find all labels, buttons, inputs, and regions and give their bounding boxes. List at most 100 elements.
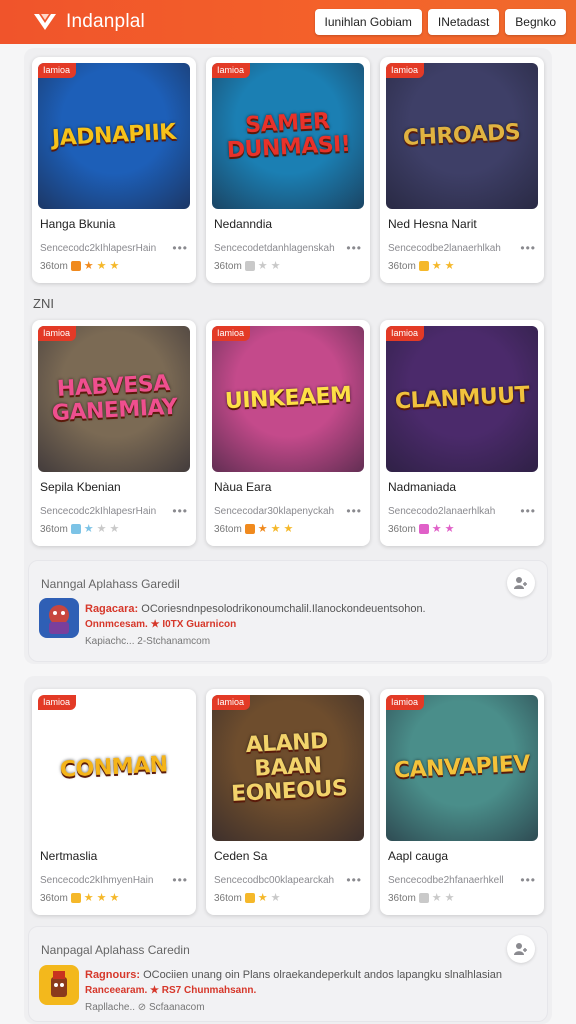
game-subtitle-row: Sencecodc2kIhlapesrHain ••• [40, 506, 188, 517]
rating-star-icon: ★ [83, 891, 94, 904]
game-card[interactable]: Iamioa CONMAN Nertmaslia Sencecodc2kIhmyenH… [32, 689, 196, 915]
category-icon [244, 261, 255, 271]
game-subtitle: Sencecodetdanhlagenskah [214, 243, 335, 254]
promo-highlight: Ragacara: [85, 603, 139, 615]
game-subtitle: Sencecodc2kIhlapesrHain [40, 243, 157, 254]
category-badge: Iamioa [386, 326, 425, 341]
game-meta-text: 36tom [40, 260, 68, 272]
category-badge: Iamioa [386, 63, 425, 78]
game-meta-text: 36tom [40, 892, 68, 904]
game-title[interactable]: Ceden Sa [214, 849, 362, 865]
category-icon [418, 893, 429, 903]
more-options-icon[interactable]: ••• [520, 875, 536, 886]
game-meta: 36tom ★ ★ ★ [40, 522, 188, 536]
promo-user-button[interactable] [507, 935, 535, 963]
game-title[interactable]: Nedanndia [214, 217, 362, 233]
promo-source[interactable]: Kapiachc... 2-Stchanamcom [85, 636, 210, 647]
game-title[interactable]: Nàua Eara [214, 480, 362, 496]
rating-star-icon: ★ [270, 891, 281, 904]
game-thumbnail[interactable]: Iamioa JADNAPIIK [38, 63, 190, 209]
game-thumbnail[interactable]: Iamioa UINKEAEM [212, 326, 364, 472]
game-subtitle-row: Sencecodc2kIhmyenHain ••• [40, 875, 188, 886]
game-subtitle: Sencecodbc00klapearckah [214, 875, 335, 886]
game-thumbnail[interactable]: Iamioa SAMER DUNMASI! [212, 63, 364, 209]
game-subtitle: Sencecodbe2lanaerhlkah [388, 243, 501, 254]
rating-star-icon: ★ [257, 522, 268, 535]
game-card[interactable]: Iamioa ALAND BAAN EONEOUS Ceden Sa Sencecod… [206, 689, 370, 915]
category-icon [244, 524, 255, 534]
game-title[interactable]: Nadmaniada [388, 480, 536, 496]
game-art-title: JADNAPIIK [51, 119, 177, 152]
rating-star-icon: ★ [109, 891, 120, 904]
game-meta-text: 36tom [388, 260, 416, 272]
game-thumbnail[interactable]: Iamioa CLANMUUT [386, 326, 538, 472]
rating-star-icon: ★ [444, 259, 455, 272]
game-art-title: CANVAPIEV [393, 751, 531, 784]
game-thumbnail[interactable]: Iamioa HABVESA GANEMIAY [38, 326, 190, 472]
promo-user-button[interactable] [507, 569, 535, 597]
game-card[interactable]: Iamioa HABVESA GANEMIAY Sepila Kbenian Senc… [32, 320, 196, 546]
game-meta: 36tom ★ ★ ★ [40, 891, 188, 905]
game-subtitle: Sencecodo2lanaerhlkah [388, 506, 496, 517]
promo-body: OCoriesndnpesolodrikonoumchalil.Ilanocko… [141, 603, 426, 615]
promo-avatar [39, 965, 79, 1005]
game-title[interactable]: Sepila Kbenian [40, 480, 188, 496]
category-badge: Iamioa [386, 695, 425, 710]
game-subtitle: Sencecodar30klapenyckah [214, 506, 335, 517]
promo-avatar [39, 598, 79, 638]
game-meta-text: 36tom [388, 523, 416, 535]
more-options-icon[interactable]: ••• [346, 506, 362, 517]
more-options-icon[interactable]: ••• [520, 243, 536, 254]
more-options-icon[interactable]: ••• [346, 243, 362, 254]
top-button-1[interactable]: Iunihlan Gobiam [314, 9, 422, 35]
game-subtitle: Sencecodbe2hfanaerhkell [388, 875, 504, 886]
game-card[interactable]: Iamioa CANVAPIEV Aapl cauga Sencecodbe2hfan… [380, 689, 544, 915]
top-button-3[interactable]: Begnko [505, 9, 566, 35]
rating-star-icon: ★ [444, 522, 455, 535]
game-title[interactable]: Aapl cauga [388, 849, 536, 865]
game-card[interactable]: Iamioa SAMER DUNMASI! Nedanndia Sencecodetd… [206, 57, 370, 283]
top-actions: Iunihlan Gobiam INetadast Begnko [314, 9, 566, 35]
more-options-icon[interactable]: ••• [172, 875, 188, 886]
top-app-bar: Indanplal Iunihlan Gobiam INetadast Begn… [0, 0, 576, 44]
category-icon [418, 524, 429, 534]
category-badge: Iamioa [38, 326, 77, 341]
game-title[interactable]: Hanga Bkunia [40, 217, 188, 233]
game-title[interactable]: Ned Hesna Narit [388, 217, 536, 233]
game-subtitle-row: Sencecodbc00klapearckah ••• [214, 875, 362, 886]
game-title[interactable]: Nertmaslia [40, 849, 188, 865]
game-thumbnail[interactable]: Iamioa ALAND BAAN EONEOUS [212, 695, 364, 841]
more-options-icon[interactable]: ••• [346, 875, 362, 886]
promo-source[interactable]: Rapllache.. ⊘ Scfaanacom [85, 1002, 205, 1013]
game-subtitle-row: Sencecodbe2lanaerhlkah ••• [388, 243, 536, 254]
promo-box: Nanngal Aplahass Garedil Ragacara: OCori… [28, 560, 548, 662]
game-card[interactable]: Iamioa UINKEAEM Nàua Eara Sencecodar30klape… [206, 320, 370, 546]
game-meta-text: 36tom [214, 523, 242, 535]
rating-star-icon: ★ [270, 259, 281, 272]
game-subtitle-row: Sencecodar30klapenyckah ••• [214, 506, 362, 517]
game-thumbnail[interactable]: Iamioa CONMAN [38, 695, 190, 841]
game-art-title: CHROADS [402, 119, 522, 152]
user-add-icon [514, 577, 527, 589]
rating-star-icon: ★ [257, 891, 268, 904]
game-card[interactable]: Iamioa CLANMUUT Nadmaniada Sencecodo2lanaer… [380, 320, 544, 546]
category-icon [70, 893, 81, 903]
game-card[interactable]: Iamioa CHROADS Ned Hesna Narit Sencecodbe2l… [380, 57, 544, 283]
promo-rating: Ranceearam. ★ RS7 Chunmahsann. [85, 985, 257, 996]
game-thumbnail[interactable]: Iamioa CANVAPIEV [386, 695, 538, 841]
rating-star-icon: ★ [270, 522, 281, 535]
category-icon [244, 893, 255, 903]
game-subtitle-row: Sencecodbe2hfanaerhkell ••• [388, 875, 536, 886]
game-card[interactable]: Iamioa JADNAPIIK Hanga Bkunia Sencecodc2kIh… [32, 57, 196, 283]
game-row-3: Iamioa CONMAN Nertmaslia Sencecodc2kIhmyenH… [32, 689, 544, 915]
promo-text: Ragacara: OCoriesndnpesolodrikonoumchali… [85, 603, 426, 615]
game-row-1: Iamioa JADNAPIIK Hanga Bkunia Sencecodc2kIh… [32, 57, 544, 283]
game-thumbnail[interactable]: Iamioa CHROADS [386, 63, 538, 209]
category-badge: Iamioa [212, 326, 251, 341]
more-options-icon[interactable]: ••• [520, 506, 536, 517]
top-button-2[interactable]: INetadast [427, 9, 500, 35]
game-subtitle-row: Sencecodetdanhlagenskah ••• [214, 243, 362, 254]
more-options-icon[interactable]: ••• [172, 243, 188, 254]
category-badge: Iamioa [38, 695, 77, 710]
more-options-icon[interactable]: ••• [172, 506, 188, 517]
